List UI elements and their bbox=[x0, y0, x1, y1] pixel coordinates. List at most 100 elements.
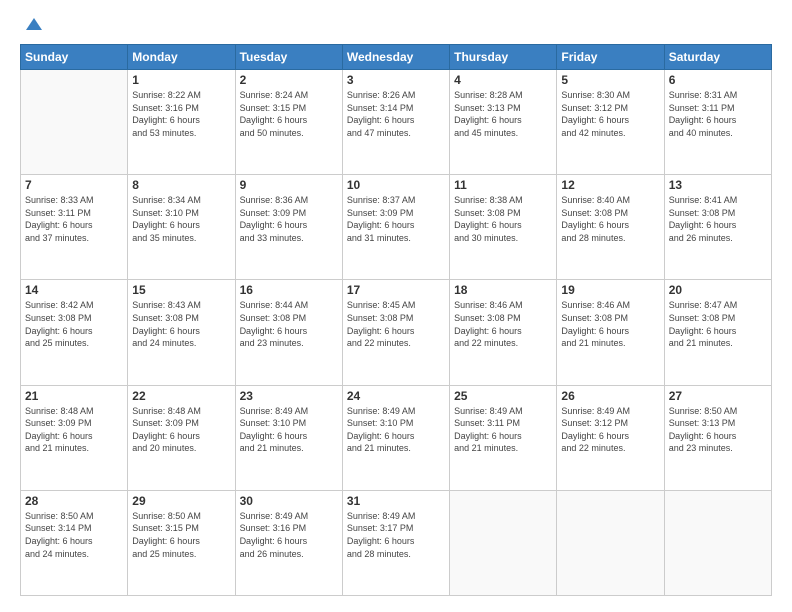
day-number: 4 bbox=[454, 73, 552, 87]
day-number: 5 bbox=[561, 73, 659, 87]
calendar-cell: 14 Sunrise: 8:42 AM Sunset: 3:08 PM Dayli… bbox=[21, 280, 128, 385]
day-info: Sunrise: 8:43 AM Sunset: 3:08 PM Dayligh… bbox=[132, 299, 230, 349]
calendar-cell bbox=[21, 70, 128, 175]
calendar-header-saturday: Saturday bbox=[664, 45, 771, 70]
calendar-week-3: 14 Sunrise: 8:42 AM Sunset: 3:08 PM Dayli… bbox=[21, 280, 772, 385]
day-number: 20 bbox=[669, 283, 767, 297]
calendar-cell: 27 Sunrise: 8:50 AM Sunset: 3:13 PM Dayli… bbox=[664, 385, 771, 490]
day-info: Sunrise: 8:24 AM Sunset: 3:15 PM Dayligh… bbox=[240, 89, 338, 139]
day-number: 8 bbox=[132, 178, 230, 192]
day-info: Sunrise: 8:30 AM Sunset: 3:12 PM Dayligh… bbox=[561, 89, 659, 139]
day-number: 29 bbox=[132, 494, 230, 508]
logo bbox=[20, 16, 44, 36]
day-info: Sunrise: 8:46 AM Sunset: 3:08 PM Dayligh… bbox=[561, 299, 659, 349]
day-info: Sunrise: 8:28 AM Sunset: 3:13 PM Dayligh… bbox=[454, 89, 552, 139]
day-info: Sunrise: 8:49 AM Sunset: 3:10 PM Dayligh… bbox=[240, 405, 338, 455]
calendar-cell: 10 Sunrise: 8:37 AM Sunset: 3:09 PM Dayli… bbox=[342, 175, 449, 280]
day-number: 25 bbox=[454, 389, 552, 403]
calendar-cell: 24Sunrise: 8:49 AM Sunset: 3:10 PM Dayli… bbox=[342, 385, 449, 490]
day-number: 18 bbox=[454, 283, 552, 297]
day-info: Sunrise: 8:46 AM Sunset: 3:08 PM Dayligh… bbox=[454, 299, 552, 349]
calendar-cell: 31 Sunrise: 8:49 AM Sunset: 3:17 PM Dayli… bbox=[342, 490, 449, 595]
day-info: Sunrise: 8:49 AM Sunset: 3:17 PM Dayligh… bbox=[347, 510, 445, 560]
day-info: Sunrise: 8:45 AM Sunset: 3:08 PM Dayligh… bbox=[347, 299, 445, 349]
day-number: 16 bbox=[240, 283, 338, 297]
calendar-header-wednesday: Wednesday bbox=[342, 45, 449, 70]
calendar-week-2: 7 Sunrise: 8:33 AM Sunset: 3:11 PM Daylig… bbox=[21, 175, 772, 280]
calendar-cell: 30 Sunrise: 8:49 AM Sunset: 3:16 PM Dayli… bbox=[235, 490, 342, 595]
day-number: 6 bbox=[669, 73, 767, 87]
day-number: 14 bbox=[25, 283, 123, 297]
day-number: 12 bbox=[561, 178, 659, 192]
day-number: 26 bbox=[561, 389, 659, 403]
day-number: 7 bbox=[25, 178, 123, 192]
calendar-cell: 29 Sunrise: 8:50 AM Sunset: 3:15 PM Dayli… bbox=[128, 490, 235, 595]
calendar-cell: 11 Sunrise: 8:38 AM Sunset: 3:08 PM Dayli… bbox=[450, 175, 557, 280]
day-number: 10 bbox=[347, 178, 445, 192]
day-info: Sunrise: 8:48 AM Sunset: 3:09 PM Dayligh… bbox=[132, 405, 230, 455]
calendar-cell: 15 Sunrise: 8:43 AM Sunset: 3:08 PM Dayli… bbox=[128, 280, 235, 385]
day-info: Sunrise: 8:48 AM Sunset: 3:09 PM Dayligh… bbox=[25, 405, 123, 455]
day-number: 30 bbox=[240, 494, 338, 508]
calendar-cell bbox=[450, 490, 557, 595]
header bbox=[20, 16, 772, 36]
calendar-cell: 13 Sunrise: 8:41 AM Sunset: 3:08 PM Dayli… bbox=[664, 175, 771, 280]
day-number: 15 bbox=[132, 283, 230, 297]
calendar-header-row: SundayMondayTuesdayWednesdayThursdayFrid… bbox=[21, 45, 772, 70]
day-number: 28 bbox=[25, 494, 123, 508]
calendar-cell: 28 Sunrise: 8:50 AM Sunset: 3:14 PM Dayli… bbox=[21, 490, 128, 595]
calendar-cell: 23 Sunrise: 8:49 AM Sunset: 3:10 PM Dayli… bbox=[235, 385, 342, 490]
day-info: Sunrise: 8:41 AM Sunset: 3:08 PM Dayligh… bbox=[669, 194, 767, 244]
day-info: Sunrise: 8:47 AM Sunset: 3:08 PM Dayligh… bbox=[669, 299, 767, 349]
day-info: Sunrise: 8:31 AM Sunset: 3:11 PM Dayligh… bbox=[669, 89, 767, 139]
calendar-cell: 26Sunrise: 8:49 AM Sunset: 3:12 PM Dayli… bbox=[557, 385, 664, 490]
calendar-table: SundayMondayTuesdayWednesdayThursdayFrid… bbox=[20, 44, 772, 596]
calendar-cell: 16Sunrise: 8:44 AM Sunset: 3:08 PM Dayli… bbox=[235, 280, 342, 385]
day-number: 9 bbox=[240, 178, 338, 192]
day-info: Sunrise: 8:34 AM Sunset: 3:10 PM Dayligh… bbox=[132, 194, 230, 244]
calendar-cell: 8 Sunrise: 8:34 AM Sunset: 3:10 PM Daylig… bbox=[128, 175, 235, 280]
day-info: Sunrise: 8:40 AM Sunset: 3:08 PM Dayligh… bbox=[561, 194, 659, 244]
calendar-header-friday: Friday bbox=[557, 45, 664, 70]
calendar-cell: 7 Sunrise: 8:33 AM Sunset: 3:11 PM Daylig… bbox=[21, 175, 128, 280]
day-info: Sunrise: 8:49 AM Sunset: 3:16 PM Dayligh… bbox=[240, 510, 338, 560]
day-info: Sunrise: 8:22 AM Sunset: 3:16 PM Dayligh… bbox=[132, 89, 230, 139]
calendar-cell: 17 Sunrise: 8:45 AM Sunset: 3:08 PM Dayli… bbox=[342, 280, 449, 385]
day-info: Sunrise: 8:50 AM Sunset: 3:15 PM Dayligh… bbox=[132, 510, 230, 560]
calendar-header-tuesday: Tuesday bbox=[235, 45, 342, 70]
day-number: 11 bbox=[454, 178, 552, 192]
calendar-cell: 3Sunrise: 8:26 AM Sunset: 3:14 PM Daylig… bbox=[342, 70, 449, 175]
calendar-cell bbox=[664, 490, 771, 595]
day-number: 31 bbox=[347, 494, 445, 508]
page: SundayMondayTuesdayWednesdayThursdayFrid… bbox=[0, 0, 792, 612]
day-info: Sunrise: 8:50 AM Sunset: 3:13 PM Dayligh… bbox=[669, 405, 767, 455]
day-number: 24 bbox=[347, 389, 445, 403]
day-info: Sunrise: 8:37 AM Sunset: 3:09 PM Dayligh… bbox=[347, 194, 445, 244]
calendar-header-sunday: Sunday bbox=[21, 45, 128, 70]
day-number: 13 bbox=[669, 178, 767, 192]
calendar-cell: 22Sunrise: 8:48 AM Sunset: 3:09 PM Dayli… bbox=[128, 385, 235, 490]
day-number: 2 bbox=[240, 73, 338, 87]
calendar-cell: 25Sunrise: 8:49 AM Sunset: 3:11 PM Dayli… bbox=[450, 385, 557, 490]
day-info: Sunrise: 8:38 AM Sunset: 3:08 PM Dayligh… bbox=[454, 194, 552, 244]
calendar-cell: 21 Sunrise: 8:48 AM Sunset: 3:09 PM Dayli… bbox=[21, 385, 128, 490]
day-number: 3 bbox=[347, 73, 445, 87]
calendar-cell: 4 Sunrise: 8:28 AM Sunset: 3:13 PM Daylig… bbox=[450, 70, 557, 175]
calendar-cell: 19Sunrise: 8:46 AM Sunset: 3:08 PM Dayli… bbox=[557, 280, 664, 385]
calendar-cell: 18 Sunrise: 8:46 AM Sunset: 3:08 PM Dayli… bbox=[450, 280, 557, 385]
day-number: 17 bbox=[347, 283, 445, 297]
day-info: Sunrise: 8:50 AM Sunset: 3:14 PM Dayligh… bbox=[25, 510, 123, 560]
calendar-header-monday: Monday bbox=[128, 45, 235, 70]
day-info: Sunrise: 8:42 AM Sunset: 3:08 PM Dayligh… bbox=[25, 299, 123, 349]
day-number: 23 bbox=[240, 389, 338, 403]
day-info: Sunrise: 8:36 AM Sunset: 3:09 PM Dayligh… bbox=[240, 194, 338, 244]
day-number: 1 bbox=[132, 73, 230, 87]
calendar-cell: 5 Sunrise: 8:30 AM Sunset: 3:12 PM Daylig… bbox=[557, 70, 664, 175]
calendar-cell: 1 Sunrise: 8:22 AM Sunset: 3:16 PM Daylig… bbox=[128, 70, 235, 175]
day-number: 27 bbox=[669, 389, 767, 403]
calendar-cell: 6 Sunrise: 8:31 AM Sunset: 3:11 PM Daylig… bbox=[664, 70, 771, 175]
calendar-week-4: 21 Sunrise: 8:48 AM Sunset: 3:09 PM Dayli… bbox=[21, 385, 772, 490]
day-info: Sunrise: 8:33 AM Sunset: 3:11 PM Dayligh… bbox=[25, 194, 123, 244]
day-number: 21 bbox=[25, 389, 123, 403]
calendar-cell: 9 Sunrise: 8:36 AM Sunset: 3:09 PM Daylig… bbox=[235, 175, 342, 280]
